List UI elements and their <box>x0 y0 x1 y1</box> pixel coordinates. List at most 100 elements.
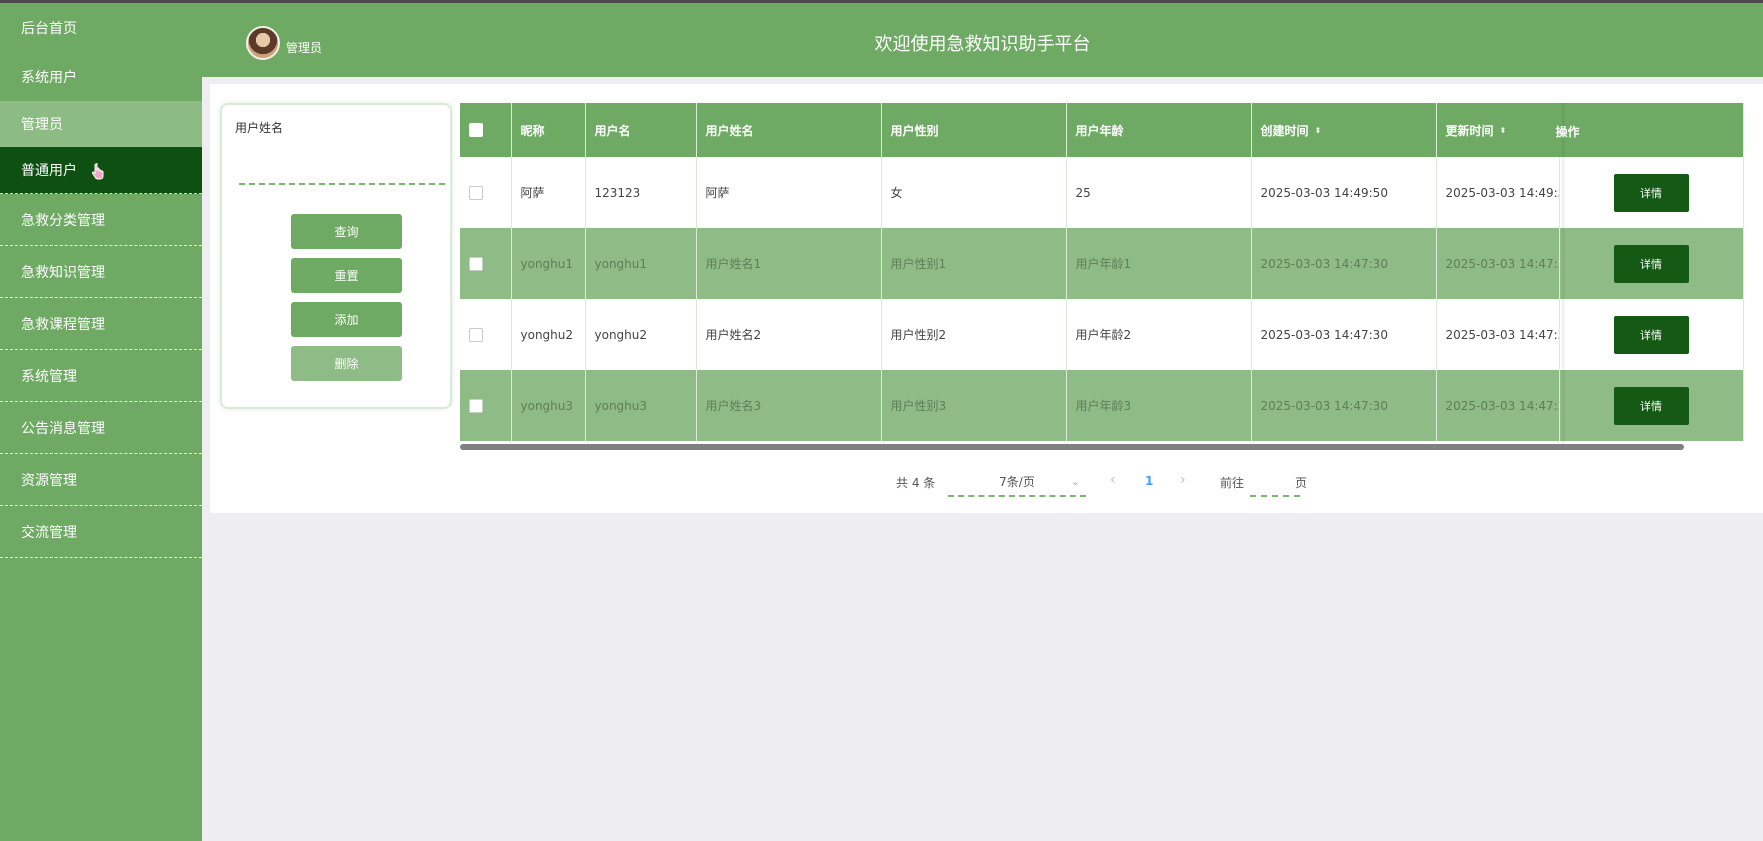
page-size-value: 7条/页 <box>999 474 1035 489</box>
row-checkbox[interactable] <box>469 398 483 413</box>
cell-updated: 2025-03-03 14:49:50 <box>1436 157 1560 228</box>
sidebar-item-label: 资源管理 <box>21 472 77 489</box>
content-panel: 用户姓名 查询 重置 添加 删除 昵称 用户名 用户姓名 用户性别 用户年龄 创… <box>210 84 1763 513</box>
cell-realname: 阿萨 <box>696 157 882 228</box>
add-button[interactable]: 添加 <box>291 302 402 337</box>
cell-created: 2025-03-03 14:47:30 <box>1251 299 1437 370</box>
sidebar-item-label: 普通用户 <box>21 163 77 179</box>
page-number-current[interactable]: 1 <box>1145 474 1153 488</box>
select-all-cell[interactable] <box>460 103 512 157</box>
cell-updated: 2025-03-03 14:47:30 <box>1436 299 1560 370</box>
window-top-edge <box>0 0 1763 3</box>
sidebar-item-label: 公告消息管理 <box>21 420 105 437</box>
table-row: yonghu2 yonghu2 用户姓名2 用户性别2 用户年龄2 2025-0… <box>460 299 1744 370</box>
top-header: 管理员 欢迎使用急救知识助手平台 <box>202 3 1763 77</box>
detail-button[interactable]: 详情 <box>1613 244 1689 283</box>
sidebar-item-label: 系统用户 <box>21 69 77 86</box>
sidebar-item-communication[interactable]: 交流管理 <box>0 506 202 558</box>
prev-page-icon[interactable]: ‹ <box>1110 472 1116 488</box>
table-row: yonghu3 yonghu3 用户姓名3 用户性别3 用户年龄3 2025-0… <box>460 370 1744 441</box>
cell-nickname: 阿萨 <box>511 157 586 228</box>
row-select-cell[interactable] <box>460 228 512 299</box>
detail-button[interactable]: 详情 <box>1613 386 1689 425</box>
cell-created: 2025-03-03 14:47:30 <box>1251 370 1437 441</box>
sidebar-item-label: 急救分类管理 <box>21 212 105 229</box>
sidebar-item-label: 急救知识管理 <box>21 264 105 281</box>
cell-age: 25 <box>1066 157 1252 228</box>
table-row: 阿萨 123123 阿萨 女 25 2025-03-03 14:49:50 20… <box>460 157 1744 228</box>
sidebar-item-system-users[interactable]: 系统用户 <box>0 52 202 101</box>
sidebar-item-label: 急救课程管理 <box>21 316 105 333</box>
select-all-checkbox[interactable] <box>469 123 483 138</box>
sidebar-item-system[interactable]: 系统管理 <box>0 350 202 402</box>
sidebar-item-notice[interactable]: 公告消息管理 <box>0 402 202 454</box>
cell-username: yonghu2 <box>585 299 697 370</box>
row-select-cell[interactable] <box>460 157 512 228</box>
query-button[interactable]: 查询 <box>291 214 402 249</box>
col-updated[interactable]: 更新时间 ⬍ 操作 <box>1436 103 1744 157</box>
detail-button[interactable]: 详情 <box>1613 315 1689 354</box>
row-select-cell[interactable] <box>460 370 512 441</box>
cell-username: yonghu1 <box>585 228 697 299</box>
cell-age: 用户年龄1 <box>1066 228 1252 299</box>
page-size-select[interactable]: 7条/页 ⌄ <box>948 467 1086 497</box>
sidebar-item-category[interactable]: 急救分类管理 <box>0 194 202 246</box>
goto-suffix: 页 <box>1295 476 1308 490</box>
total-count: 共 4 条 <box>896 476 936 490</box>
goto-page-input[interactable] <box>1250 467 1300 497</box>
row-checkbox[interactable] <box>469 185 483 200</box>
cell-created: 2025-03-03 14:47:30 <box>1251 228 1437 299</box>
sidebar-item-resource[interactable]: 资源管理 <box>0 454 202 506</box>
sidebar-item-label: 管理员 <box>21 117 63 133</box>
cell-gender: 用户性别3 <box>881 370 1067 441</box>
sidebar-item-knowledge[interactable]: 急救知识管理 <box>0 246 202 298</box>
pagination: 共 4 条 7条/页 ⌄ ‹ 1 › 前往 页 <box>210 467 1763 497</box>
sidebar-item-course[interactable]: 急救课程管理 <box>0 298 202 350</box>
cell-updated: 2025-03-03 14:47:30 <box>1436 228 1560 299</box>
col-username: 用户名 <box>585 103 697 157</box>
reset-button[interactable]: 重置 <box>291 258 402 293</box>
next-page-icon[interactable]: › <box>1180 472 1186 488</box>
sidebar-item-label: 交流管理 <box>21 524 77 541</box>
sidebar: 后台首页 系统用户 管理员 普通用户 急救分类管理 急救知识管理 急救课程管理 … <box>0 3 202 841</box>
cell-action: 详情 <box>1559 228 1744 299</box>
detail-button[interactable]: 详情 <box>1613 173 1689 212</box>
row-checkbox[interactable] <box>469 256 483 271</box>
goto-label: 前往 <box>1220 476 1245 490</box>
col-updated-label: 更新时间 <box>1445 123 1494 138</box>
sidebar-item-home[interactable]: 后台首页 <box>0 3 202 52</box>
cell-action: 详情 <box>1559 299 1744 370</box>
cell-nickname: yonghu1 <box>511 228 586 299</box>
cell-realname: 用户姓名2 <box>696 299 882 370</box>
sidebar-item-admin[interactable]: 管理员 <box>0 101 202 147</box>
col-age: 用户年龄 <box>1066 103 1252 157</box>
page-title: 欢迎使用急救知识助手平台 <box>874 34 1091 55</box>
search-form: 用户姓名 查询 重置 添加 删除 <box>220 103 452 409</box>
delete-button[interactable]: 删除 <box>291 346 402 381</box>
user-table: 昵称 用户名 用户姓名 用户性别 用户年龄 创建时间 ⬍ 更新时间 ⬍ 操作 阿萨 1… <box>460 103 1744 450</box>
cell-gender: 用户性别1 <box>881 228 1067 299</box>
sort-icon[interactable]: ⬍ <box>1315 127 1322 135</box>
cell-age: 用户年龄2 <box>1066 299 1252 370</box>
user-name-input[interactable] <box>239 155 445 185</box>
col-created-label: 创建时间 <box>1260 123 1309 138</box>
cell-nickname: yonghu2 <box>511 299 586 370</box>
cell-updated: 2025-03-03 14:47:30 <box>1436 370 1560 441</box>
cell-username: 123123 <box>585 157 697 228</box>
table-row: yonghu1 yonghu1 用户姓名1 用户性别1 用户年龄1 2025-0… <box>460 228 1744 299</box>
col-nickname: 昵称 <box>511 103 586 157</box>
sidebar-item-normal-users[interactable]: 普通用户 <box>0 147 202 194</box>
row-checkbox[interactable] <box>469 327 483 342</box>
cell-age: 用户年龄3 <box>1066 370 1252 441</box>
row-select-cell[interactable] <box>460 299 512 370</box>
cell-username: yonghu3 <box>585 370 697 441</box>
cell-gender: 用户性别2 <box>881 299 1067 370</box>
sort-icon[interactable]: ⬍ <box>1500 127 1507 135</box>
horizontal-scrollbar[interactable] <box>460 444 1684 450</box>
cell-gender: 女 <box>881 157 1067 228</box>
col-created[interactable]: 创建时间 ⬍ <box>1251 103 1437 157</box>
sidebar-item-label: 系统管理 <box>21 368 77 385</box>
cell-realname: 用户姓名3 <box>696 370 882 441</box>
cell-created: 2025-03-03 14:49:50 <box>1251 157 1437 228</box>
col-action-label: 操作 <box>1555 125 1580 139</box>
